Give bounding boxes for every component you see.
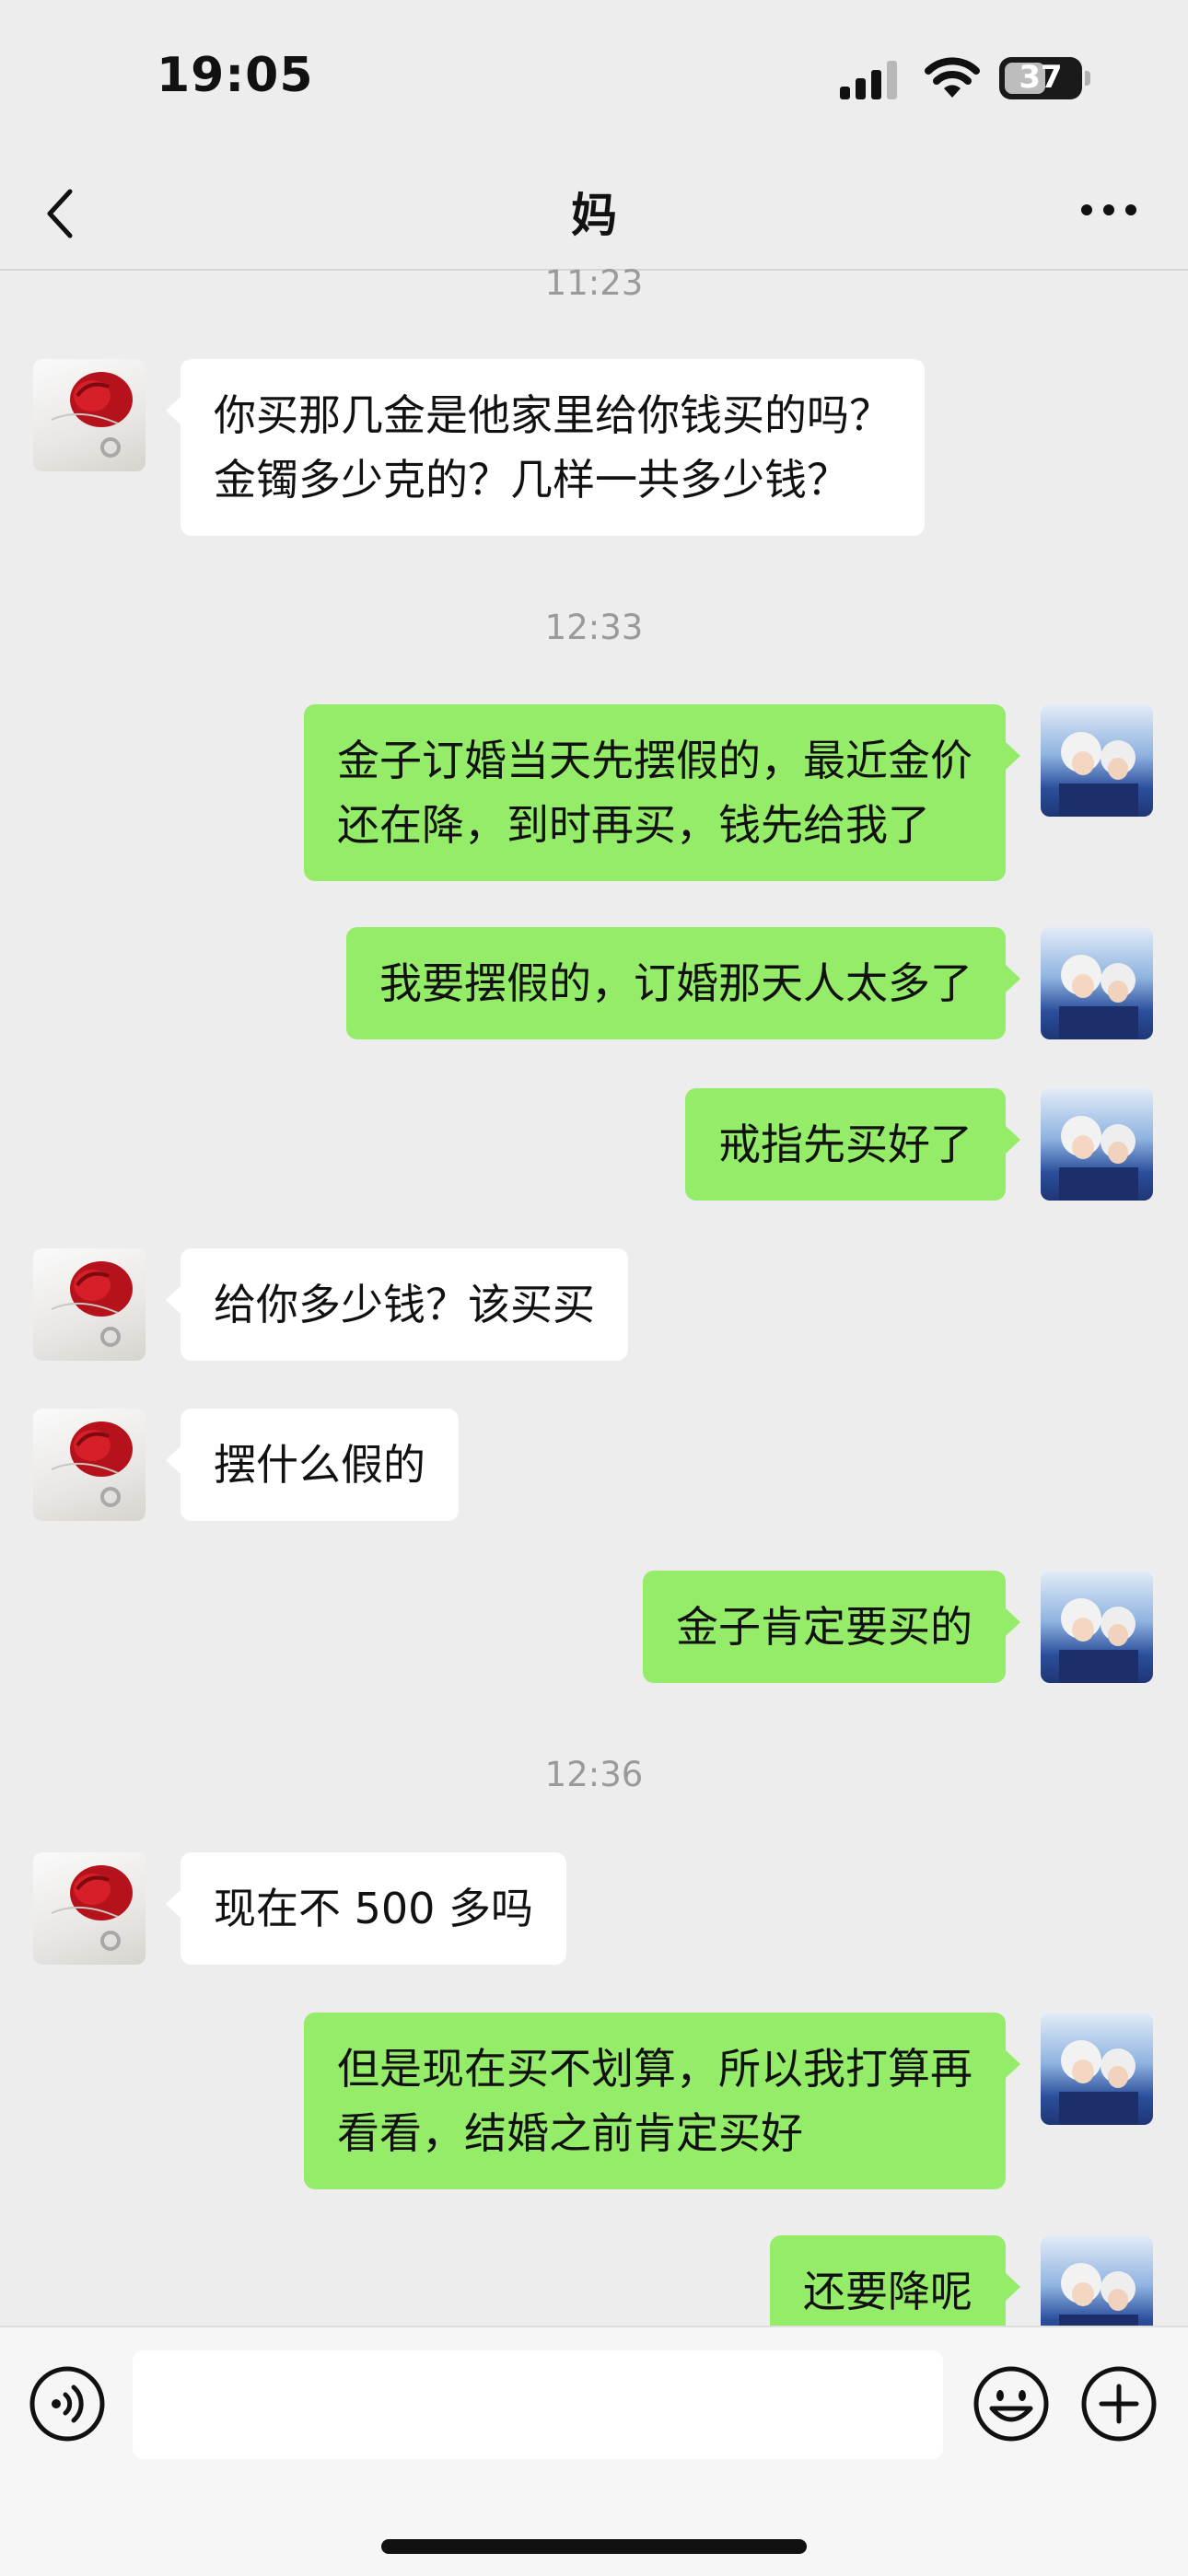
battery-icon: 37 — [999, 57, 1082, 99]
outgoing-message-bubble[interactable]: 但是现在买不划算，所以我打算再 看看，结婚之前肯定买好 — [304, 2013, 1020, 2189]
my-avatar[interactable] — [1041, 1571, 1153, 1683]
contact-avatar[interactable] — [33, 1852, 146, 1965]
my-avatar[interactable] — [1041, 2013, 1153, 2125]
timestamp: 11:23 — [544, 263, 644, 303]
battery-level: 37 — [1019, 59, 1063, 96]
outgoing-message-bubble[interactable]: 金子肯定要买的 — [643, 1571, 1020, 1683]
message-input[interactable] — [133, 2350, 943, 2459]
incoming-message-bubble[interactable]: 现在不 500 多吗 — [165, 1852, 567, 1965]
my-avatar[interactable] — [1041, 1088, 1153, 1201]
home-indicator — [381, 2539, 807, 2554]
photo-image — [1059, 2040, 1138, 2125]
contact-avatar[interactable] — [33, 1248, 146, 1361]
my-avatar[interactable] — [1041, 927, 1153, 1039]
battery-nub — [1085, 71, 1090, 86]
photo-image — [1059, 1116, 1138, 1201]
chat-title: 妈 — [571, 189, 617, 242]
nav-bar: 妈 — [0, 157, 1188, 271]
my-avatar[interactable] — [1041, 704, 1153, 817]
voice-icon[interactable] — [28, 2364, 107, 2443]
rose-image — [51, 1865, 133, 1951]
emoji-icon[interactable] — [972, 2364, 1051, 2443]
wifi-icon — [925, 57, 980, 98]
photo-image — [1059, 732, 1138, 817]
contact-avatar[interactable] — [33, 359, 146, 471]
rose-image — [51, 372, 133, 458]
status-time: 19:05 — [157, 48, 314, 103]
signal-icon — [840, 61, 897, 99]
outgoing-message-bubble[interactable]: 戒指先买好了 — [685, 1088, 1020, 1201]
incoming-message-bubble[interactable]: 摆什么假的 — [166, 1409, 459, 1521]
photo-image — [1059, 1598, 1138, 1683]
contact-avatar[interactable] — [33, 1409, 146, 1521]
status-bar: 19:05 37 — [0, 0, 1188, 157]
more-dots-icon[interactable] — [1079, 201, 1138, 219]
rose-image — [51, 1261, 133, 1347]
outgoing-message-bubble[interactable]: 金子订婚当天先摆假的，最近金价 还在降，到时再买，钱先给我了 — [304, 704, 1020, 881]
outgoing-message-bubble[interactable]: 我要摆假的，订婚那天人太多了 — [346, 927, 1020, 1039]
incoming-message-bubble[interactable]: 你买那几金是他家里给你钱买的吗？ 金镯多少克的？几样一共多少钱？ — [166, 359, 925, 536]
rose-image — [51, 1421, 133, 1507]
timestamp: 12:33 — [544, 608, 644, 647]
timestamp: 12:36 — [544, 1755, 644, 1794]
photo-image — [1059, 955, 1138, 1039]
incoming-message-bubble[interactable]: 给你多少钱？该买买 — [166, 1248, 628, 1361]
plus-circle-icon[interactable] — [1079, 2364, 1159, 2443]
